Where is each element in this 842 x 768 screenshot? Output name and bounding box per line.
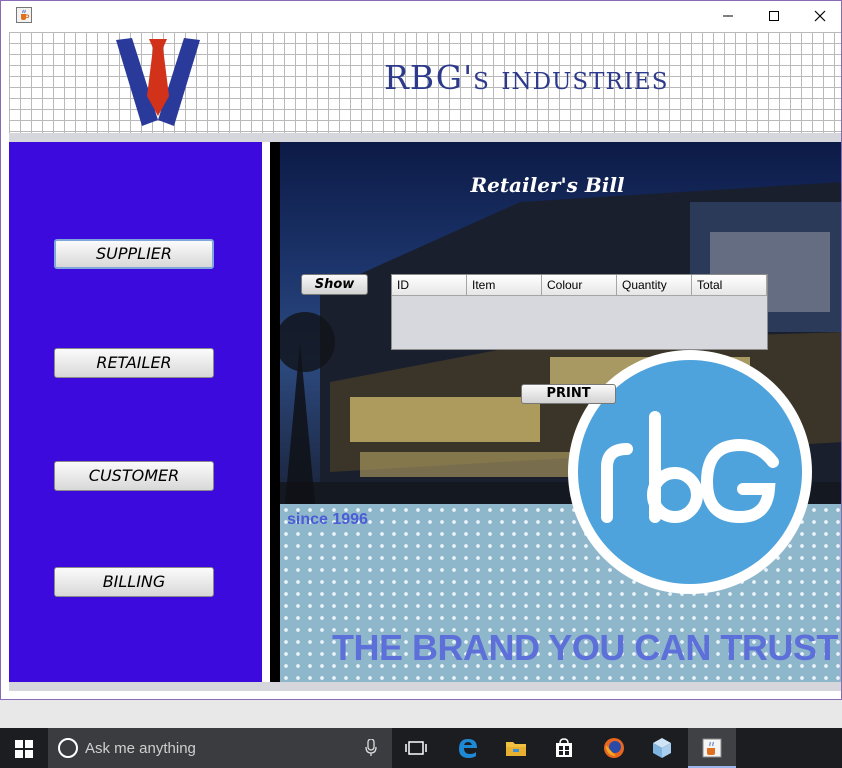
firefox-icon [604, 738, 624, 758]
title-bar[interactable] [1, 1, 841, 31]
start-button[interactable] [0, 728, 48, 768]
app-window: RBG's industries SUPPLIER RETAILER CUSTO… [0, 0, 842, 700]
store-button[interactable] [540, 728, 588, 768]
company-title: RBG's industries [384, 58, 669, 97]
windows-icon [15, 740, 33, 758]
column-header-id[interactable]: ID [392, 275, 467, 296]
taskbar: Ask me anything [0, 728, 842, 768]
microphone-icon[interactable] [365, 739, 377, 757]
column-header-total[interactable]: Total [692, 275, 767, 296]
java-app-button[interactable] [688, 728, 736, 768]
task-view-icon [405, 741, 427, 755]
main-content: Retailer's Bill Show ID Item Colour Quan… [280, 142, 841, 682]
java-cup-icon [16, 7, 32, 23]
column-header-quantity[interactable]: Quantity [617, 275, 692, 296]
bottom-divider [9, 682, 841, 691]
show-button[interactable]: Show [301, 274, 368, 295]
print-button[interactable]: PRINT [521, 384, 616, 404]
since-label: since 1996 [287, 511, 368, 528]
search-input[interactable]: Ask me anything [85, 740, 196, 757]
divider [270, 142, 280, 682]
edge-icon [459, 739, 477, 758]
close-button[interactable] [797, 1, 841, 31]
divider [262, 142, 270, 682]
search-box[interactable]: Ask me anything [48, 728, 392, 768]
edge-button[interactable] [444, 728, 492, 768]
minimize-button[interactable] [705, 1, 751, 31]
page-title: Retailer's Bill [470, 173, 625, 197]
header-banner: RBG's industries [9, 32, 841, 133]
rbg-brand-logo [568, 350, 812, 594]
task-view-button[interactable] [392, 728, 440, 768]
tagline: THE BRAND YOU CAN TRUST [332, 627, 838, 668]
table-header: ID Item Colour Quantity Total [392, 275, 767, 296]
retailer-button[interactable]: RETAILER [54, 348, 214, 378]
billing-button[interactable]: BILLING [54, 567, 214, 597]
column-header-colour[interactable]: Colour [542, 275, 617, 296]
supplier-button[interactable]: SUPPLIER [54, 239, 214, 269]
store-icon [556, 738, 572, 757]
java-icon [702, 738, 722, 758]
file-explorer-icon [506, 742, 526, 756]
column-header-item[interactable]: Item [467, 275, 542, 296]
box3d-button[interactable] [638, 728, 686, 768]
file-explorer-button[interactable] [492, 728, 540, 768]
maximize-icon [769, 11, 779, 21]
minimize-icon [723, 15, 733, 17]
tie-logo [116, 38, 200, 126]
sidebar: SUPPLIER RETAILER CUSTOMER BILLING [9, 142, 262, 682]
box3d-icon [653, 738, 671, 758]
header-divider [9, 133, 841, 142]
close-icon [814, 10, 826, 22]
customer-button[interactable]: CUSTOMER [54, 461, 214, 491]
cortana-icon [58, 738, 78, 758]
firefox-button[interactable] [590, 728, 638, 768]
maximize-button[interactable] [751, 1, 797, 31]
